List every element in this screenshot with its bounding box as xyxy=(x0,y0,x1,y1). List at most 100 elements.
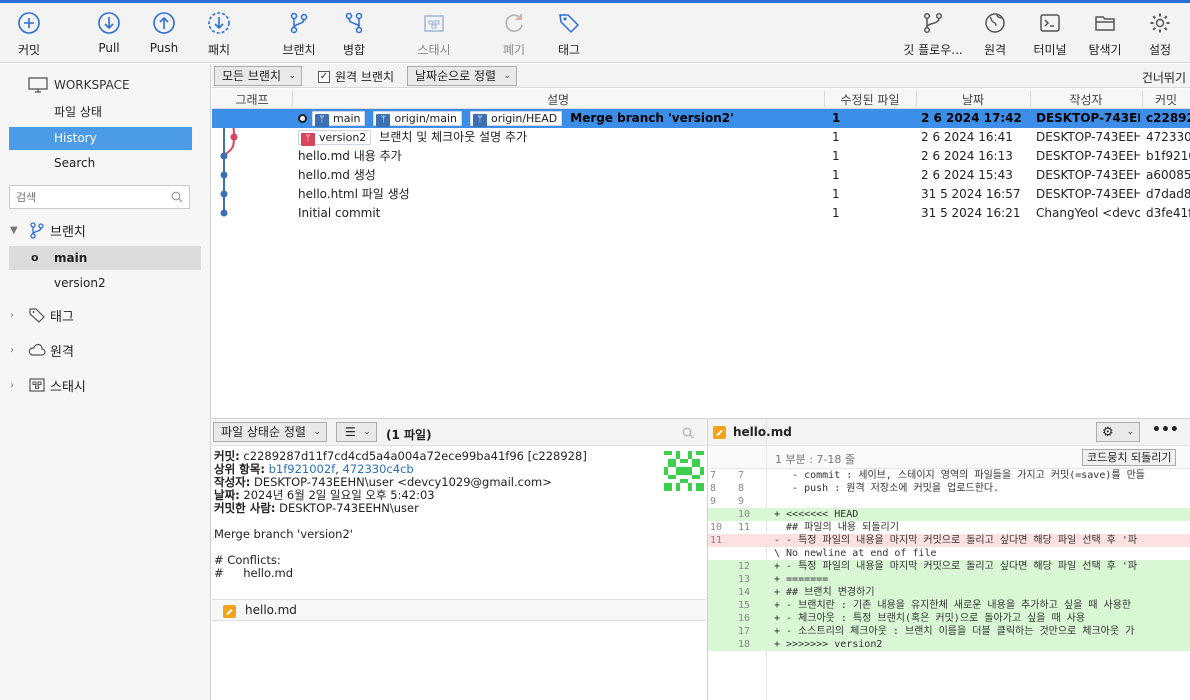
new-line-number: 18 xyxy=(738,639,751,650)
column-header-description[interactable]: 설명 xyxy=(292,91,824,108)
merge-icon xyxy=(345,12,363,34)
settings-button[interactable]: 설정 xyxy=(1128,11,1190,58)
diff-line: 16 + - 체크아웃 : 특정 브랜치(혹은 커밋)으로 돌아가고 싶을 때 사… xyxy=(708,612,1190,625)
commit-button[interactable]: 커밋 xyxy=(0,11,61,58)
table-row[interactable]: ᛘ main ᛘ origin/main ᛘ origin/HEAD Merge branc… xyxy=(212,109,1190,128)
commit-history-table: 그래프 설명 수정된 파일 날짜 작성자 커밋 ᛘ main ᛘ origin/… xyxy=(212,89,1190,417)
branch-tag-main[interactable]: ᛘ main xyxy=(312,111,366,127)
diff-line-text: + ## 브랜치 변경하기 xyxy=(774,587,875,598)
tag-button[interactable]: 태그 xyxy=(537,11,601,58)
changed-file-item[interactable]: hello.md xyxy=(212,599,706,621)
chevron-right-icon: › xyxy=(10,344,14,356)
sidebar-search-input[interactable] xyxy=(9,185,190,209)
parent-link[interactable]: b1f921002f xyxy=(269,462,336,476)
monitor-icon xyxy=(28,77,48,93)
sidebar-branch-main[interactable]: o main xyxy=(9,246,201,270)
column-header-date[interactable]: 날짜 xyxy=(916,91,1030,108)
column-header-changed[interactable]: 수정된 파일 xyxy=(824,91,916,108)
sidebar-item-file-status[interactable]: 파일 상태 xyxy=(9,101,192,124)
table-row[interactable]: Initial commit 1 31 5 2024 16:21 ChangYe… xyxy=(212,204,1190,223)
branch-icon: ᛘ xyxy=(473,114,487,127)
file-sort-select[interactable]: 파일 상태순 정렬 ⌄ xyxy=(213,422,327,442)
old-line-number: 10 xyxy=(710,522,723,533)
sidebar-section-tags[interactable]: › 태그 xyxy=(10,303,74,327)
chevron-down-icon: ⌄ xyxy=(1126,427,1134,437)
gitflow-button[interactable]: 깃 플로우... xyxy=(900,11,966,58)
diff-line: 10 11 ## 파일의 내용 되돌리기 xyxy=(708,521,1190,534)
more-options-icon[interactable]: ••• xyxy=(1152,422,1179,438)
chevron-down-icon: ⌄ xyxy=(313,427,321,437)
stash-icon xyxy=(29,378,45,392)
table-row[interactable]: hello.md 생성 1 2 6 2024 15:43 DESKTOP-743… xyxy=(212,166,1190,185)
sidebar-section-stashes[interactable]: › 스태시 xyxy=(10,373,86,397)
stash-button[interactable]: 스태시 xyxy=(402,11,466,58)
head-indicator-icon xyxy=(298,114,307,123)
diff-line-text: + - 브랜치란 : 기존 내용을 유지한체 새로운 내용을 추가하고 싶을 때… xyxy=(774,600,1132,611)
sidebar-section-remotes[interactable]: › 원격 xyxy=(10,338,74,362)
remote-branches-checkbox[interactable]: ✓ 원격 브랜치 xyxy=(318,68,394,85)
current-branch-icon: o xyxy=(31,251,39,264)
search-icon[interactable] xyxy=(682,427,694,439)
fetch-button[interactable]: 패치 xyxy=(187,11,251,58)
chevron-right-icon: › xyxy=(10,309,14,321)
sidebar-item-history[interactable]: History xyxy=(9,127,192,150)
branch-filter-select[interactable]: 모든 브랜치 ⌄ xyxy=(214,66,303,86)
table-row[interactable]: hello.md 내용 추가 1 2 6 2024 16:13 DESKTOP-… xyxy=(212,147,1190,166)
branch-icon: ᛘ xyxy=(301,133,315,146)
diff-line-text: ## 파일의 내용 되돌리기 xyxy=(774,522,899,533)
branch-tag-origin-main[interactable]: ᛘ origin/main xyxy=(373,111,462,127)
table-row[interactable]: hello.html 파일 생성 1 31 5 2024 16:57 DESKT… xyxy=(212,185,1190,204)
gear-icon: ⚙ xyxy=(1102,425,1114,440)
view-mode-select[interactable]: ☰ ⌄ xyxy=(336,422,377,442)
tag-icon xyxy=(29,308,45,323)
hunk-header: 1 부분 : 7-18 줄 코드뭉치 되돌리기 xyxy=(708,447,1190,469)
old-line-number: 9 xyxy=(710,496,717,507)
chevron-down-icon: ⌄ xyxy=(288,71,297,81)
diff-options-button[interactable]: ⚙ ⌄ xyxy=(1096,422,1140,442)
avatar xyxy=(664,451,704,491)
discard-icon xyxy=(505,14,523,33)
diff-line-text: + >>>>>>> version2 xyxy=(774,639,883,650)
pull-icon xyxy=(98,12,120,34)
sort-order-select[interactable]: 날짜순으로 정렬 ⌄ xyxy=(407,66,518,86)
branch-icon: ᛘ xyxy=(315,114,329,127)
new-line-number: 7 xyxy=(738,470,745,481)
sidebar-branch-version2[interactable]: version2 xyxy=(9,271,201,295)
chevron-down-icon: ⌄ xyxy=(503,71,512,81)
commit-metadata: 커밋: c2289287d11f7cd4cd5a4a004a72ece99ba4… xyxy=(214,449,587,580)
sidebar-section-branches[interactable]: ▼ 브랜치 xyxy=(10,218,86,242)
table-row[interactable]: ᛘ version2 브랜치 및 체크아웃 설명 추가 1 2 6 2024 16:… xyxy=(212,128,1190,147)
parent-link[interactable]: 472330c4cb xyxy=(343,462,414,476)
chevron-down-icon: ⌄ xyxy=(363,427,371,437)
modified-file-icon xyxy=(713,426,726,439)
diff-line: 15 + - 브랜치란 : 기존 내용을 유지한체 새로운 내용을 추가하고 싶을… xyxy=(708,599,1190,612)
branch-tag-origin-head[interactable]: ᛘ origin/HEAD xyxy=(470,111,563,127)
diff-line: 14 + ## 브랜치 변경하기 xyxy=(708,586,1190,599)
column-header-author[interactable]: 작성자 xyxy=(1030,91,1142,108)
sidebar-item-search[interactable]: Search xyxy=(9,152,192,175)
revert-hunk-button[interactable]: 코드뭉치 되돌리기 xyxy=(1082,449,1177,466)
column-header-commit[interactable]: 커밋 xyxy=(1142,91,1190,108)
diff-line-text: + - 특정 파일의 내용을 마지막 커밋으로 돌리고 싶다면 해당 파일 선택… xyxy=(774,561,1138,572)
diff-line-text: + - 체크아웃 : 특정 브랜치(혹은 커밋)으로 돌아가고 싶을 때 사용 xyxy=(774,613,1086,624)
gitflow-icon xyxy=(923,12,943,34)
push-icon xyxy=(153,12,175,34)
new-line-number: 9 xyxy=(738,496,745,507)
tag-icon xyxy=(559,14,580,34)
new-line-number: 8 xyxy=(738,483,745,494)
sidebar: WORKSPACE 파일 상태 History Search ▼ 브랜치 o m… xyxy=(0,64,211,700)
new-line-number: 13 xyxy=(738,574,751,585)
details-toolbar: 파일 상태순 정렬 ⌄ ☰ ⌄ (1 파일) xyxy=(212,419,706,446)
merge-button[interactable]: 병합 xyxy=(322,11,386,58)
diff-toolbar: hello.md ⚙ ⌄ ••• xyxy=(708,419,1190,446)
diff-line: 99 xyxy=(708,495,1190,508)
old-line-number: 11 xyxy=(710,535,723,546)
toolbar: 커밋 Pull Push 패치 브랜치 병합 스태시 폐기 태그 깃 플로우..… xyxy=(0,3,1190,63)
file-count: (1 파일) xyxy=(386,428,432,442)
old-line-number: 7 xyxy=(710,470,717,481)
branch-tag-version2[interactable]: ᛘ version2 xyxy=(298,130,372,146)
modified-file-icon xyxy=(223,605,236,618)
chevron-right-icon: › xyxy=(10,379,14,391)
column-header-graph[interactable]: 그래프 xyxy=(212,91,292,108)
diff-line-text: + ======= xyxy=(774,574,829,585)
